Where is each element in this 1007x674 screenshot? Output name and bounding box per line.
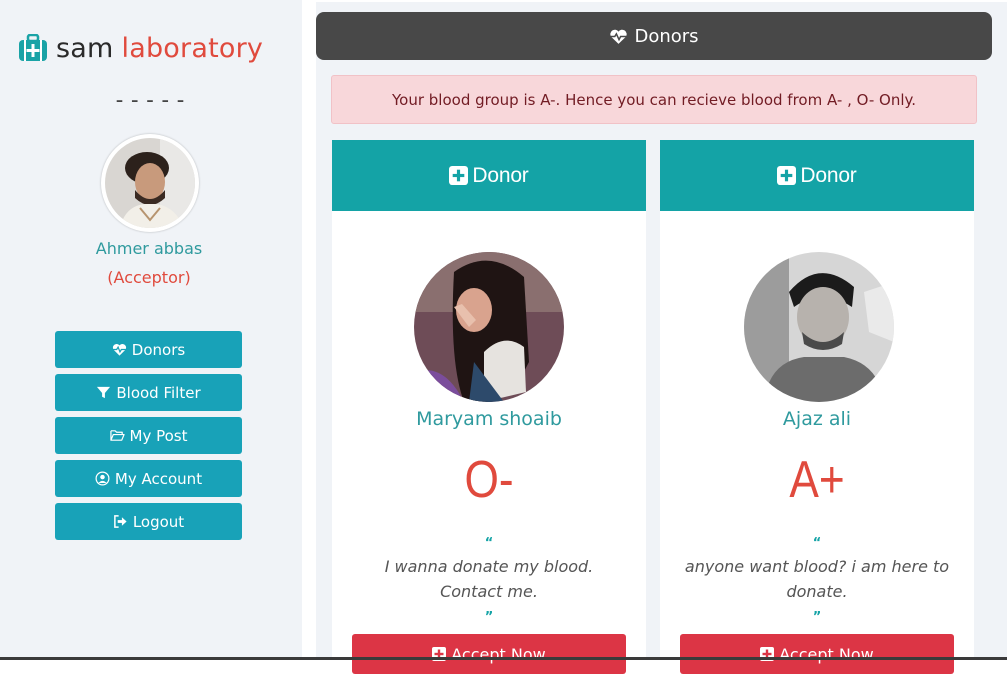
donor-name: Ajaz ali xyxy=(782,408,852,430)
blood-group-alert: Your blood group is A-. Hence you can re… xyxy=(331,75,977,124)
quote-close-icon: ” xyxy=(812,610,822,625)
donor-card: Donor Ajaz ali A+ “ anyone want blood? i… xyxy=(660,140,974,674)
accept-now-label: Accept Now xyxy=(779,644,874,664)
donor-message: I wanna donate my blood. Contact me. xyxy=(384,557,594,601)
medkit-icon xyxy=(19,34,47,61)
profile-name: Ahmer abbas xyxy=(95,239,203,258)
nav-my-account-button[interactable]: My Account xyxy=(55,460,242,497)
donor-blood-group: O- xyxy=(464,451,514,509)
page-title: Donors xyxy=(634,25,699,47)
nav-donors-label: Donors xyxy=(131,340,186,359)
donor-name: Maryam shoaib xyxy=(416,408,562,430)
nav-my-post-label: My Post xyxy=(129,426,188,445)
filter-icon xyxy=(97,386,111,399)
alert-text: Your blood group is A-. Hence you can re… xyxy=(391,90,917,109)
nav-blood-filter-button[interactable]: Blood Filter xyxy=(55,374,242,411)
plus-square-icon xyxy=(777,166,797,185)
brand-name-second: laboratory xyxy=(121,32,264,64)
brand-name-first: sam xyxy=(56,32,114,64)
sidebar-nav: Donors Blood Filter My Post My Account L… xyxy=(55,331,242,546)
heartbeat-icon xyxy=(610,29,628,44)
nav-donors-button[interactable]: Donors xyxy=(55,331,242,368)
accept-now-button[interactable]: Accept Now xyxy=(680,634,954,674)
quote-close-icon: ” xyxy=(484,610,494,625)
sidebar-divider: ----- xyxy=(112,88,190,113)
brand-logo[interactable]: sam laboratory xyxy=(18,30,263,66)
quote-open-icon: “ xyxy=(812,536,822,551)
nav-blood-filter-label: Blood Filter xyxy=(116,383,201,402)
donor-message: anyone want blood? i am here to donate. xyxy=(684,557,950,601)
sidebar: sam laboratory ----- Ahmer abbas (Accept… xyxy=(0,0,302,660)
donor-photo xyxy=(744,252,894,402)
donor-card-header-label: Donor xyxy=(800,163,857,187)
nav-logout-label: Logout xyxy=(132,512,185,531)
quote-open-icon: “ xyxy=(484,536,494,551)
accept-now-label: Accept Now xyxy=(451,644,546,664)
donor-photo xyxy=(414,252,564,402)
donor-card-header: Donor xyxy=(332,140,646,211)
user-circle-icon xyxy=(95,471,110,486)
avatar xyxy=(105,138,195,228)
profile-role: (Acceptor) xyxy=(107,268,191,287)
sign-out-icon xyxy=(113,515,127,528)
donor-card: Donor Maryam shoaib O- “ I wanna donate … xyxy=(332,140,646,674)
folder-open-icon xyxy=(109,430,125,441)
plus-square-icon xyxy=(449,166,469,185)
page-title-bar: Donors xyxy=(316,12,992,60)
donor-card-header: Donor xyxy=(660,140,974,211)
nav-my-post-button[interactable]: My Post xyxy=(55,417,242,454)
profile-avatar xyxy=(101,134,199,232)
donor-card-header-label: Donor xyxy=(472,163,529,187)
donor-blood-group: A+ xyxy=(789,451,845,509)
heartbeat-icon xyxy=(112,343,126,356)
nav-logout-button[interactable]: Logout xyxy=(55,503,242,540)
accept-now-button[interactable]: Accept Now xyxy=(352,634,626,674)
nav-my-account-label: My Account xyxy=(114,469,203,488)
